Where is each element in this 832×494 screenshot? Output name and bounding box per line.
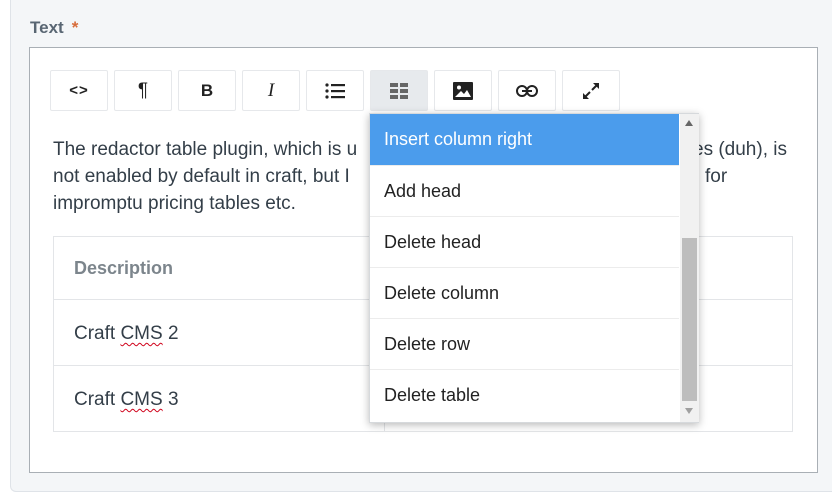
format-button[interactable]: ¶	[114, 70, 172, 111]
dropdown-item-delete-table[interactable]: Delete table	[370, 370, 679, 421]
table-icon	[390, 82, 408, 99]
dropdown-item-delete-row[interactable]: Delete row	[370, 319, 679, 370]
cell-text: 2	[162, 323, 179, 344]
image-button[interactable]	[434, 70, 492, 111]
html-button[interactable]: <>	[50, 70, 108, 111]
misspelled-word: CMS	[120, 389, 163, 410]
table-cell[interactable]: Craft CMS 3	[74, 389, 179, 411]
misspelled-word: CMS	[120, 323, 163, 344]
link-icon	[516, 84, 538, 97]
table-dropdown-menu[interactable]: Insert column right Add head Delete head…	[369, 113, 699, 423]
dropdown-item-delete-column[interactable]: Delete column	[370, 268, 679, 319]
field-label: Text *	[30, 18, 78, 38]
dropdown-item-insert-column-right[interactable]: Insert column right	[370, 114, 679, 166]
italic-button[interactable]: I	[242, 70, 300, 111]
italic-icon: I	[267, 79, 275, 101]
field-label-text: Text	[30, 18, 64, 37]
dropdown-item-delete-head[interactable]: Delete head	[370, 217, 679, 268]
table-cell[interactable]: Craft CMS 2	[74, 323, 179, 345]
editor-toolbar: <> ¶ B I	[50, 70, 626, 111]
fullscreen-button[interactable]	[562, 70, 620, 111]
list-icon	[325, 82, 345, 99]
scrollbar-thumb[interactable]	[682, 238, 697, 401]
dropdown-item-add-head[interactable]: Add head	[370, 166, 679, 217]
expand-icon	[583, 82, 599, 99]
dropdown-list: Insert column right Add head Delete head…	[370, 114, 679, 421]
scroll-up-icon[interactable]	[685, 120, 693, 126]
table-button[interactable]	[370, 70, 428, 111]
paragraph-line-2-right: for	[705, 166, 728, 187]
table-header-cell[interactable]: Description	[74, 258, 173, 279]
link-button[interactable]	[498, 70, 556, 111]
cell-text: 3	[162, 389, 179, 410]
dropdown-scrollbar[interactable]	[680, 114, 699, 422]
image-icon	[453, 81, 473, 100]
scroll-down-icon[interactable]	[685, 408, 693, 414]
code-icon: <>	[69, 82, 89, 99]
cell-text: Craft	[74, 389, 121, 410]
bold-button[interactable]: B	[178, 70, 236, 111]
lists-button[interactable]	[306, 70, 364, 111]
bold-icon: B	[200, 80, 214, 100]
paragraph-icon: ¶	[137, 79, 149, 101]
paragraph-line-1-right: es (duh), is	[693, 139, 787, 160]
required-marker: *	[71, 18, 79, 37]
cell-text: Craft	[74, 323, 121, 344]
